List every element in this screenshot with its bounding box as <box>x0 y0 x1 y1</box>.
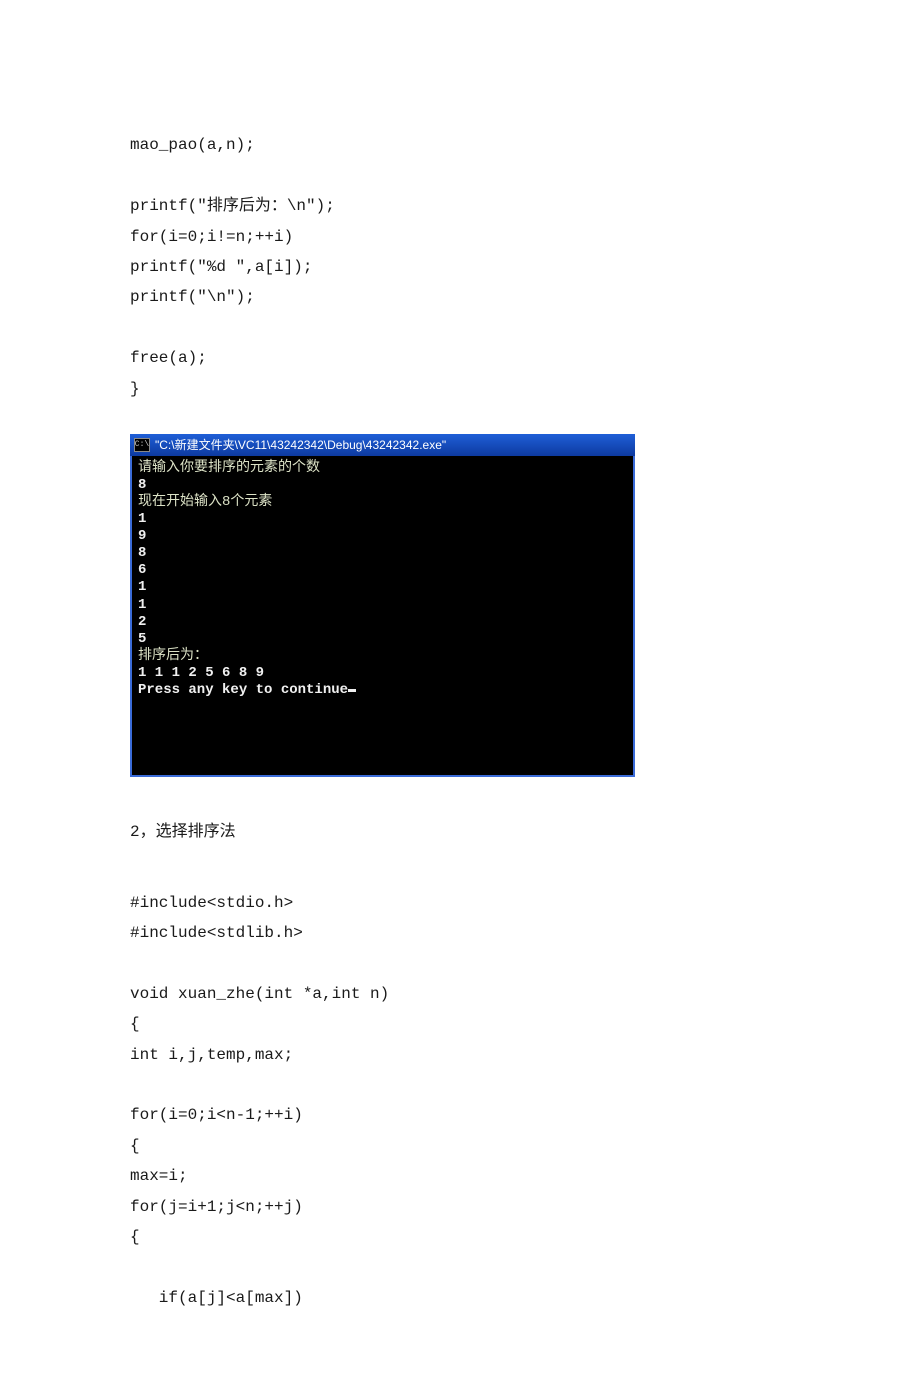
code-line: void xuan_zhe(int *a,int n) <box>130 985 389 1003</box>
console-line: 排序后为： <box>138 648 208 664</box>
code-line: for(i=0;i<n-1;++i) <box>130 1106 303 1124</box>
console-titlebar: C:\ "C:\新建文件夹\VC11\43242342\Debug\432423… <box>130 434 635 456</box>
code-line: { <box>130 1137 140 1155</box>
code-block-bottom: #include<stdio.h> #include<stdlib.h> voi… <box>130 857 790 1313</box>
cmd-icon: C:\ <box>134 438 150 452</box>
code-line: if(a[j]<a[max]) <box>130 1289 303 1307</box>
console-line: 1 1 1 2 5 6 8 9 <box>138 665 264 681</box>
code-line: #include<stdio.h> <box>130 894 293 912</box>
code-line: printf("\n"); <box>130 288 255 306</box>
console-body: 请输入你要排序的元素的个数 8 现在开始输入8个元素 1 9 8 6 1 1 2… <box>130 456 635 777</box>
code-line: int i,j,temp,max; <box>130 1046 293 1064</box>
console-cursor <box>348 689 356 692</box>
console-title-text: "C:\新建文件夹\VC11\43242342\Debug\43242342.e… <box>155 434 446 457</box>
console-line: 现在开始输入8个元素 <box>138 494 272 510</box>
document-page: mao_pao(a,n); printf("排序后为：\n"); for(i=0… <box>0 0 920 1373</box>
console-line: 8 <box>138 545 146 561</box>
console-line: 请输入你要排序的元素的个数 <box>138 460 320 476</box>
code-line: printf("%d ",a[i]); <box>130 258 312 276</box>
section2-title: 2，选择排序法 <box>130 817 790 847</box>
code-line: for(i=0;i!=n;++i) <box>130 228 293 246</box>
code-block-top: mao_pao(a,n); printf("排序后为：\n"); for(i=0… <box>130 100 790 404</box>
code-line: free(a); <box>130 349 207 367</box>
console-line: 9 <box>138 528 146 544</box>
code-line: mao_pao(a,n); <box>130 136 255 154</box>
code-line: } <box>130 380 140 398</box>
console-line: 2 <box>138 614 146 630</box>
code-line: { <box>130 1228 140 1246</box>
console-line: Press any key to continue <box>138 682 348 698</box>
code-line: { <box>130 1015 140 1033</box>
console-line: 1 <box>138 597 146 613</box>
console-line: 8 <box>138 477 146 493</box>
console-line: 1 <box>138 511 146 527</box>
console-line: 1 <box>138 579 146 595</box>
console-window: C:\ "C:\新建文件夹\VC11\43242342\Debug\432423… <box>130 434 635 777</box>
code-line: #include<stdlib.h> <box>130 924 303 942</box>
code-line: for(j=i+1;j<n;++j) <box>130 1198 303 1216</box>
code-line: max=i; <box>130 1167 188 1185</box>
console-line: 6 <box>138 562 146 578</box>
code-line: printf("排序后为：\n"); <box>130 197 335 215</box>
console-line: 5 <box>138 631 146 647</box>
